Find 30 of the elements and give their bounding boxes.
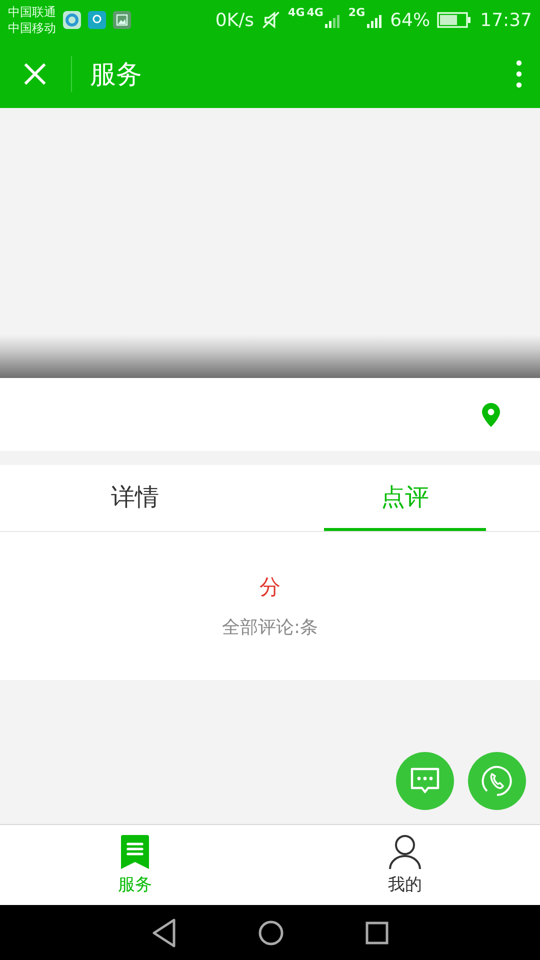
tab[interactable]: 详情 bbox=[54, 465, 216, 531]
network-type: 4G bbox=[306, 6, 324, 19]
location-pin-icon[interactable] bbox=[481, 402, 501, 428]
signal-icon bbox=[325, 12, 342, 28]
rating-score: 分 bbox=[260, 574, 280, 601]
carrier-name: 中国联通 bbox=[8, 4, 56, 20]
app-notification-icon bbox=[63, 11, 81, 29]
battery-percent: 64% bbox=[390, 10, 430, 30]
network-type: 4G bbox=[288, 6, 305, 19]
image-notification-icon bbox=[113, 11, 131, 29]
more-menu-button[interactable] bbox=[516, 60, 522, 88]
home-icon[interactable] bbox=[258, 920, 284, 946]
carrier-name: 中国移动 bbox=[8, 20, 56, 36]
phone-icon bbox=[481, 765, 513, 797]
close-button[interactable] bbox=[22, 61, 48, 87]
muted-icon bbox=[261, 10, 282, 30]
review-count: 全部评论:条 bbox=[222, 616, 318, 639]
battery-icon bbox=[437, 12, 472, 28]
clock: 17:37 bbox=[480, 10, 532, 30]
more-icon bbox=[516, 60, 522, 88]
nav-tab[interactable]: 我的 bbox=[270, 825, 540, 905]
page-title: 服务 bbox=[90, 58, 142, 92]
signal-icon bbox=[367, 12, 384, 28]
network-type: 2G bbox=[348, 6, 366, 19]
person-icon bbox=[388, 834, 422, 870]
close-icon bbox=[22, 61, 48, 87]
bookmark-list-icon bbox=[119, 834, 151, 870]
network-speed: 0K/s bbox=[215, 10, 254, 30]
back-icon[interactable] bbox=[150, 918, 177, 948]
recents-icon[interactable] bbox=[365, 920, 390, 944]
